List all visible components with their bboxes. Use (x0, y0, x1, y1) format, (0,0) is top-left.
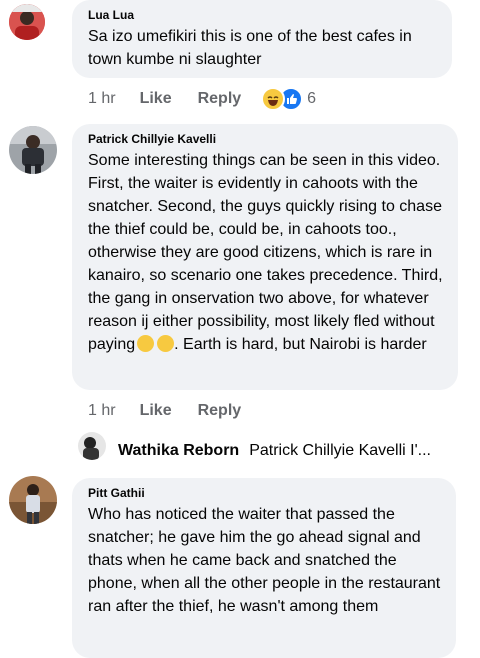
reply-button[interactable]: Reply (198, 402, 242, 420)
comment-author[interactable]: Patrick Chillyie Kavelli (88, 132, 444, 146)
user-photo-icon (9, 126, 57, 174)
reply-author[interactable]: Wathika Reborn (118, 442, 239, 460)
comment-time[interactable]: 1 hr (88, 402, 116, 420)
reply-snippet[interactable]: Patrick Chillyie Kavelli I'... (249, 442, 431, 460)
like-button[interactable]: Like (140, 402, 172, 420)
reply-avatar[interactable] (78, 432, 106, 460)
comment-time[interactable]: 1 hr (88, 90, 116, 108)
comment-text: Who has noticed the waiter that passed t… (88, 506, 441, 615)
grinning-sweat-emoji-icon (137, 335, 155, 352)
comment-text-part: . Earth is hard, but Nairobi is harder (174, 336, 427, 353)
comment-bubble: Patrick Chillyie Kavelli Some interestin… (72, 124, 458, 390)
comment-actions: 1 hr Like Reply 6 (88, 87, 316, 111)
comment-bubble: Pitt Gathii Who has noticed the waiter t… (72, 478, 456, 658)
user-photo-icon (9, 4, 45, 40)
laughing-emoji-icon (261, 87, 286, 111)
comment-bubble: Lua Lua Sa izo umefikiri this is one of … (72, 0, 452, 78)
reply-button[interactable]: Reply (198, 90, 242, 108)
reaction-count: 6 (307, 90, 317, 107)
avatar[interactable] (9, 4, 45, 40)
grinning-sweat-emoji-icon (157, 335, 175, 352)
avatar[interactable] (9, 126, 57, 174)
avatar[interactable] (9, 476, 57, 524)
reply-preview[interactable]: Wathika Reborn Patrick Chillyie Kavelli … (118, 440, 431, 462)
comment-author[interactable]: Lua Lua (88, 8, 438, 22)
comment-text: Some interesting things can be seen in t… (88, 149, 444, 356)
user-photo-icon (9, 476, 57, 524)
reactions-summary[interactable]: 6 (261, 87, 316, 111)
comment-actions: 1 hr Like Reply (88, 399, 267, 423)
comment-text-part: Some interesting things can be seen in t… (88, 152, 443, 353)
user-photo-icon (78, 432, 106, 460)
comment-author[interactable]: Pitt Gathii (88, 486, 442, 500)
like-button[interactable]: Like (140, 90, 172, 108)
comment-text: Sa izo umefikiri this is one of the best… (88, 28, 412, 68)
